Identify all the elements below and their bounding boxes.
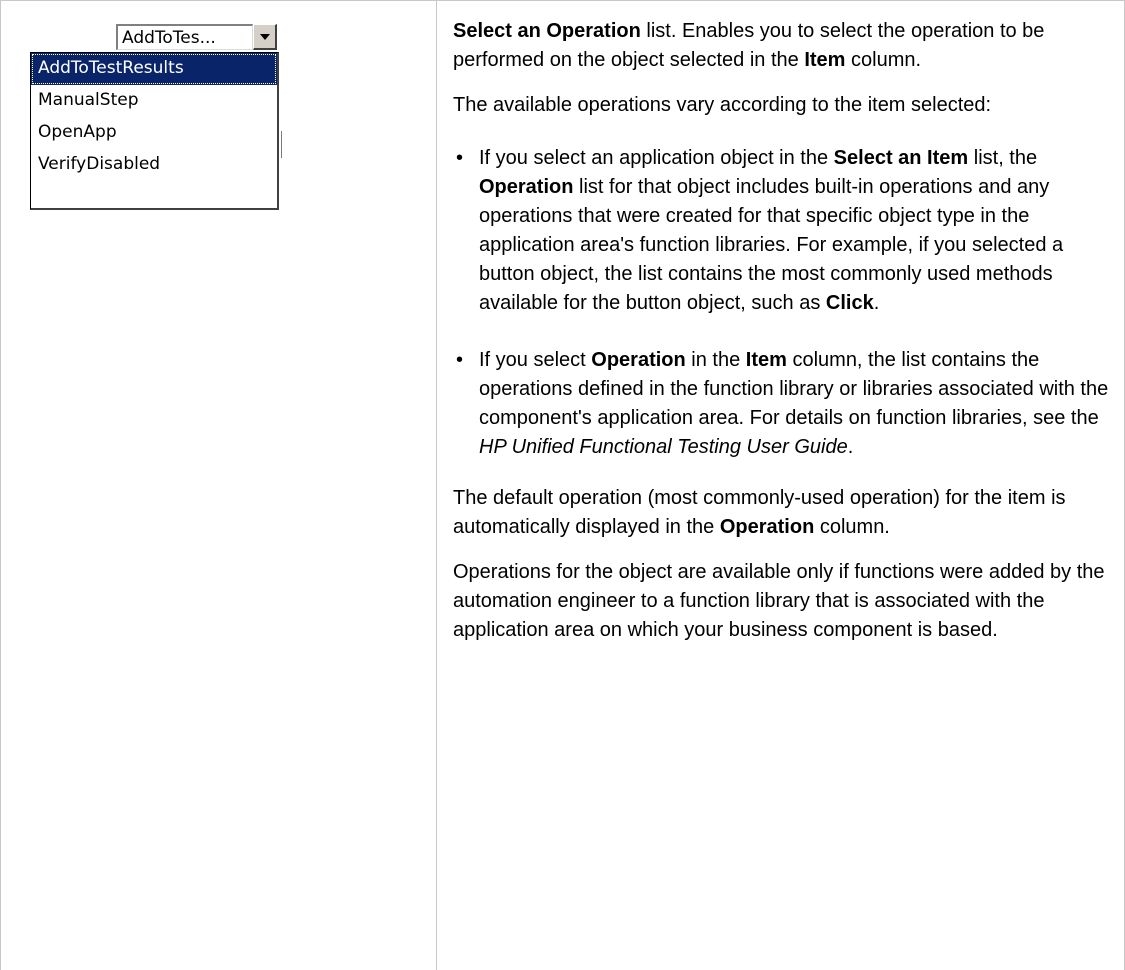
guide-title-reference: HP Unified Functional Testing User Guide <box>479 436 848 458</box>
description-default-operation: The default operation (most commonly-use… <box>453 484 1118 542</box>
description-variation: The available operations vary according … <box>453 94 992 116</box>
operation-combo-value[interactable]: AddToTes... <box>116 24 253 50</box>
dropdown-option[interactable]: OpenApp <box>31 117 277 149</box>
operation-cases-list: • If you select an application object in … <box>453 144 1118 462</box>
ui-term: Item <box>804 49 846 71</box>
ui-term: Item <box>745 349 787 371</box>
bullet-icon: • <box>456 349 464 371</box>
reference-table: AddToTes... AddToTestResults ManualStep … <box>0 0 1125 970</box>
text-run: . <box>873 292 880 314</box>
text-run: . <box>847 436 854 458</box>
bullet-icon: • <box>456 147 464 169</box>
operation-list-screenshot: AddToTes... AddToTestResults ManualStep … <box>0 0 436 300</box>
ui-term: Operation <box>719 516 815 538</box>
description-availability-note: Operations for the object are available … <box>453 561 1105 641</box>
text-run: If you select an application object in t… <box>479 147 834 169</box>
operation-combo-box[interactable]: AddToTes... <box>116 24 278 50</box>
column-divider <box>436 0 437 970</box>
triangle-down-icon <box>260 34 270 40</box>
text-run: column. <box>814 516 890 538</box>
dropdown-arrow-button[interactable] <box>253 24 277 50</box>
underlying-text-fragment <box>281 131 282 158</box>
text-run: in the <box>685 349 746 371</box>
text-run: column. <box>845 49 922 71</box>
text-run: If you select <box>479 349 592 371</box>
text-run: list, the <box>968 147 1038 169</box>
description-cell: Select an Operation list. Enables you to… <box>453 17 1118 661</box>
list-item: • If you select Operation in the Item col… <box>456 346 1118 462</box>
ui-term: Select an Operation <box>453 20 641 42</box>
dropdown-option[interactable]: ManualStep <box>31 85 277 117</box>
description-intro: Select an Operation list. Enables you to… <box>453 17 1118 75</box>
dropdown-option[interactable]: VerifyDisabled <box>31 149 277 181</box>
ui-term: Click <box>825 292 874 314</box>
operation-dropdown-list[interactable]: AddToTestResults ManualStep OpenApp Veri… <box>30 52 279 210</box>
ui-term: Operation <box>591 349 686 371</box>
list-item: • If you select an application object in … <box>456 144 1118 318</box>
ui-term: Operation <box>479 176 574 198</box>
ui-term: Select an Item <box>833 147 969 169</box>
dropdown-option[interactable]: AddToTestResults <box>31 53 277 85</box>
